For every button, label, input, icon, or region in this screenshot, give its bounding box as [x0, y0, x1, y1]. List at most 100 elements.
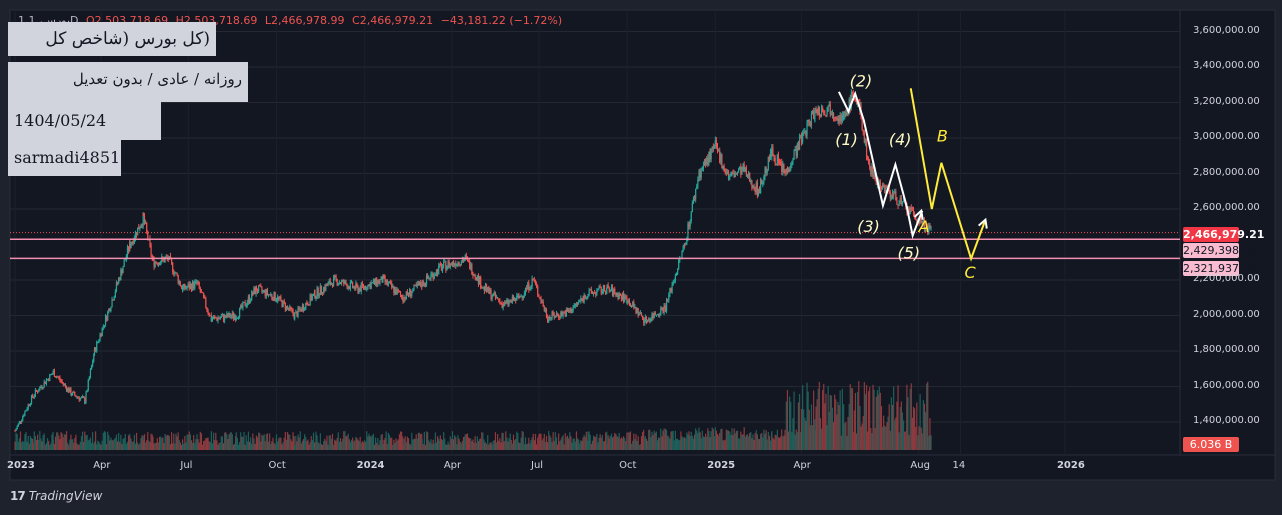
candle-body: [556, 313, 559, 315]
volume-bar: [607, 435, 609, 450]
volume-bar: [112, 440, 114, 450]
volume-bar: [279, 437, 281, 450]
volume-bar: [189, 434, 191, 450]
volume-bar: [406, 436, 408, 450]
candle-body: [434, 274, 436, 276]
volume-bar: [84, 442, 86, 450]
candle-body: [355, 283, 357, 290]
volume-bar: [153, 443, 155, 450]
candle-body: [535, 283, 538, 287]
volume-bar: [320, 444, 323, 450]
volume-bar: [99, 443, 101, 450]
candle-body: [696, 186, 698, 189]
candle-body: [481, 287, 483, 289]
candle-body: [205, 298, 207, 308]
candle-body: [373, 280, 376, 284]
volume-bar: [161, 437, 163, 450]
volume-bar: [774, 434, 776, 450]
volume-bar: [781, 429, 783, 450]
candle-body: [357, 285, 359, 293]
candle-body: [807, 119, 809, 123]
candle-body: [331, 283, 334, 287]
volume-bar: [690, 431, 692, 450]
candle-body: [50, 374, 52, 376]
volume-bar: [740, 431, 742, 450]
candle-body: [738, 169, 740, 173]
volume-bar: [325, 440, 327, 450]
candle-body: [476, 275, 478, 281]
candle-body: [653, 312, 655, 319]
volume-bar: [270, 444, 272, 450]
volume-bar: [139, 443, 141, 450]
volume-bar: [697, 433, 699, 450]
candle-body: [19, 421, 22, 423]
candle-body: [89, 369, 92, 378]
candle-body: [898, 200, 900, 206]
volume-bar: [174, 443, 176, 450]
candle-body: [209, 315, 211, 317]
tradingview-logo[interactable]: 17 TradingView: [10, 489, 102, 503]
candle-body: [344, 280, 346, 284]
candle-body: [902, 200, 905, 202]
volume-bar: [721, 428, 723, 450]
candle-body: [755, 182, 757, 192]
volume-bar: [17, 441, 19, 450]
candle-body: [845, 111, 847, 116]
candle-body: [774, 157, 776, 164]
volume-bar: [718, 435, 720, 450]
volume-bar: [110, 437, 112, 450]
volume-bar: [544, 442, 546, 450]
candle-body: [69, 388, 71, 393]
candle-body: [392, 286, 394, 288]
candle-body: [88, 377, 90, 381]
volume-bar: [711, 427, 713, 450]
candle-body: [621, 293, 624, 300]
candle-body: [586, 296, 588, 300]
candle-body: [820, 107, 823, 116]
candle-body: [161, 256, 163, 263]
volume-bar: [29, 435, 32, 450]
volume-bar: [285, 439, 288, 450]
candle-body: [140, 225, 142, 228]
candle-body: [629, 305, 632, 307]
candle-body: [308, 304, 310, 306]
candle-body: [46, 378, 49, 380]
candle-body: [207, 310, 209, 314]
volume-bar: [513, 440, 516, 450]
volume-bar: [114, 437, 116, 450]
volume-bar: [615, 434, 617, 450]
volume-bar: [233, 443, 236, 450]
candle-body: [643, 317, 645, 324]
candle-body: [451, 261, 454, 265]
candle-body: [797, 143, 800, 150]
candle-body: [120, 269, 122, 280]
subtitle-box: روزانه / عادی / بدون تعدیل: [8, 62, 248, 102]
candle-body: [41, 386, 43, 388]
volume-bar: [569, 432, 571, 450]
candle-body: [395, 289, 397, 295]
volume-bar: [811, 425, 814, 450]
volume-bar: [515, 438, 517, 450]
candle-body: [587, 295, 589, 297]
candle-body: [208, 313, 210, 316]
candle-body: [718, 150, 720, 152]
candle-body: [233, 316, 236, 319]
volume-bar: [563, 444, 565, 450]
volume-bar: [528, 437, 530, 450]
candle-body: [288, 307, 290, 310]
candle-body: [630, 305, 633, 307]
volume-bar: [275, 434, 278, 450]
volume-bar: [753, 440, 755, 450]
candle-body: [681, 251, 683, 259]
volume-bar: [618, 432, 620, 450]
volume-bar: [15, 432, 17, 450]
candle-body: [542, 301, 544, 307]
candle-body: [299, 309, 301, 311]
volume-bar: [133, 434, 135, 450]
volume-bar: [763, 429, 765, 450]
candle-body: [751, 180, 753, 188]
volume-bar: [347, 433, 349, 450]
candle-body: [404, 296, 406, 299]
candle-body: [226, 313, 228, 318]
volume-bar: [370, 436, 372, 450]
